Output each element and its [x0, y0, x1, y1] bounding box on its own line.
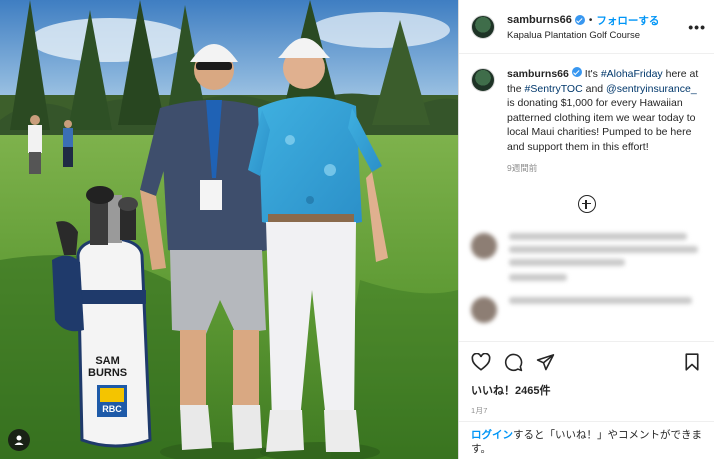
author-avatar[interactable]	[471, 14, 495, 39]
caption-username[interactable]: samburns66	[507, 68, 569, 80]
bag-logo-text: RBC	[102, 404, 122, 414]
share-send-icon[interactable]	[535, 352, 555, 372]
user-tag-button[interactable]	[8, 429, 30, 451]
caption-text: and	[582, 82, 607, 95]
post-header: samburns66 • フォローする Kapalua Plantation G…	[459, 0, 714, 54]
blurred-comment	[471, 297, 702, 324]
comment-avatar	[471, 233, 497, 260]
blurred-comment	[471, 233, 702, 287]
post-actions: いいね！2465件 1月7 ログインすると「いいね！」やコメントができます。	[459, 341, 714, 459]
mention-link[interactable]: @sentryinsurance_	[606, 83, 697, 95]
comments-section[interactable]: samburns66 It's #AlohaFriday here at the…	[459, 55, 714, 341]
author-username[interactable]: samburns66	[507, 14, 572, 26]
verified-badge-icon	[574, 15, 585, 25]
load-more-comments-icon[interactable]	[577, 195, 596, 214]
caption-time-ago[interactable]: 9週間前	[507, 161, 702, 176]
like-heart-icon[interactable]	[471, 352, 491, 372]
verified-badge-icon	[571, 67, 582, 77]
hashtag-link[interactable]: #AlohaFriday	[601, 68, 663, 80]
golf-course-photo	[0, 0, 458, 459]
login-prompt: ログインすると「いいね！」やコメントができます。	[459, 421, 714, 459]
user-icon	[14, 435, 24, 445]
comment-bubble-icon[interactable]	[503, 352, 523, 372]
more-options-icon[interactable]: •••	[688, 19, 706, 35]
bag-name-line2: BURNS	[88, 367, 128, 379]
login-link[interactable]: ログイン	[471, 429, 513, 441]
blurred-text-line	[509, 297, 693, 305]
caption-text: is donating $1,000 for every Hawaiian pa…	[507, 97, 696, 153]
blurred-text-line	[509, 274, 567, 282]
blurred-text-line	[509, 233, 687, 241]
comment-avatar	[471, 297, 497, 324]
post-caption: samburns66 It's #AlohaFriday here at the…	[471, 67, 702, 175]
blurred-text-line	[509, 246, 699, 254]
posted-date[interactable]: 1月7	[459, 405, 714, 416]
separator-dot: •	[588, 14, 593, 26]
likes-count[interactable]: いいね！2465件	[459, 382, 714, 398]
post-location[interactable]: Kapalua Plantation Golf Course	[507, 30, 682, 41]
follow-button[interactable]: フォローする	[596, 13, 659, 28]
caption-avatar[interactable]	[471, 68, 495, 92]
post-photo[interactable]: SAM BURNS RBC	[0, 0, 458, 459]
caption-text: It's	[584, 68, 601, 80]
save-bookmark-icon[interactable]	[682, 352, 702, 372]
post-side-panel: samburns66 • フォローする Kapalua Plantation G…	[458, 0, 714, 459]
hashtag-link[interactable]: #SentryTOC	[525, 83, 583, 95]
bag-name-line1: SAM	[95, 355, 120, 367]
blurred-text-line	[509, 259, 625, 267]
